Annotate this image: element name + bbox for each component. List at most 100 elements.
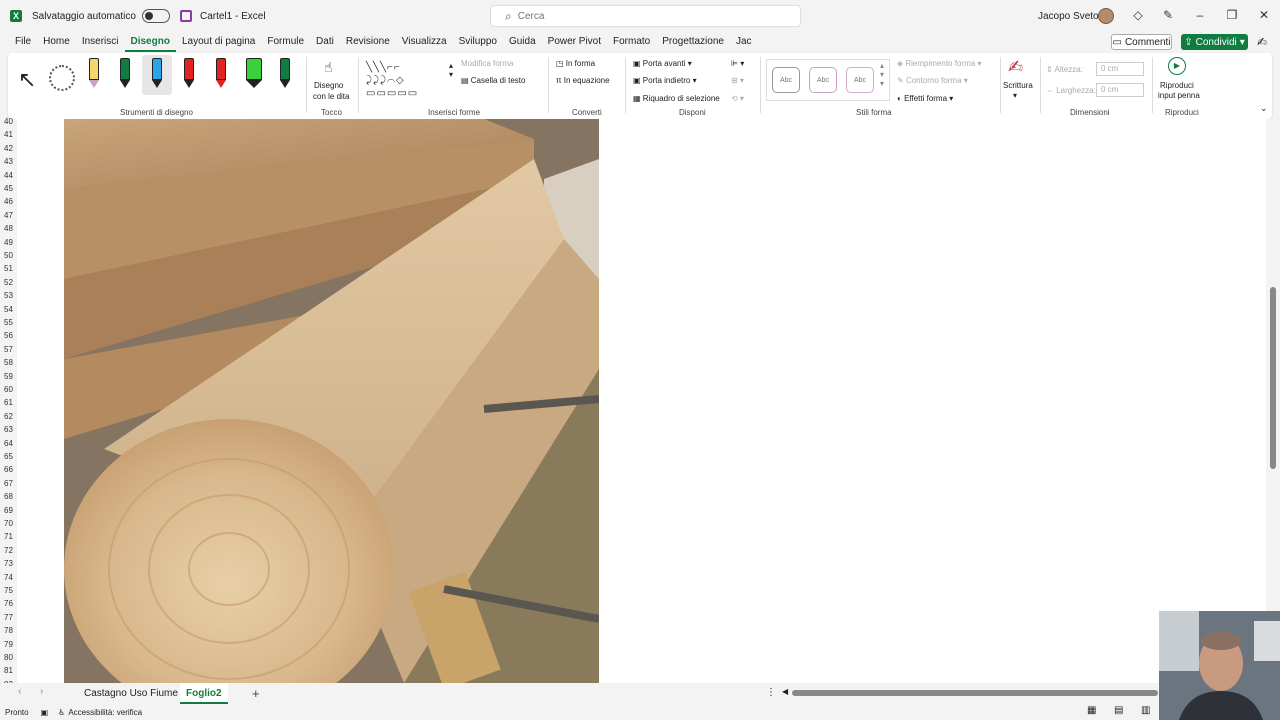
menu-draw[interactable]: Disegno bbox=[124, 32, 176, 52]
menu-file[interactable]: File bbox=[9, 32, 37, 52]
menu-format[interactable]: Formato bbox=[607, 32, 656, 52]
pen-tool-3[interactable] bbox=[152, 58, 162, 90]
sheet-tab-foglio2[interactable]: Foglio2 bbox=[180, 683, 228, 704]
row-header[interactable]: 70 bbox=[0, 517, 17, 530]
row-header[interactable]: 50 bbox=[0, 249, 17, 262]
row-header[interactable]: 73 bbox=[0, 557, 17, 570]
accessibility-icon[interactable]: ♿ bbox=[58, 708, 65, 717]
comments-button[interactable]: ▭ Commenti bbox=[1111, 34, 1172, 50]
lasso-icon[interactable] bbox=[49, 65, 75, 91]
pen-tool-6[interactable] bbox=[280, 58, 290, 90]
menu-page-layout[interactable]: Layout di pagina bbox=[176, 32, 261, 52]
menu-design[interactable]: Progettazione bbox=[656, 32, 730, 52]
ink-to-text-icon[interactable]: ✍ bbox=[1008, 57, 1023, 78]
row-header[interactable]: 40 bbox=[0, 115, 17, 128]
row-header[interactable]: 72 bbox=[0, 544, 17, 557]
page-layout-view-icon[interactable]: ▤ bbox=[1114, 705, 1123, 716]
row-header[interactable]: 68 bbox=[0, 490, 17, 503]
width-input[interactable]: 0 cm bbox=[1096, 83, 1144, 97]
row-header[interactable]: 60 bbox=[0, 383, 17, 396]
row-header[interactable]: 48 bbox=[0, 222, 17, 235]
pen-tool-1[interactable] bbox=[89, 58, 99, 90]
user-name[interactable]: Jacopo Svetoni bbox=[1038, 11, 1106, 22]
normal-view-icon[interactable]: ▦ bbox=[1087, 705, 1096, 716]
menu-developer[interactable]: Sviluppo bbox=[453, 32, 503, 52]
pen-tool-2[interactable] bbox=[120, 58, 130, 90]
ink-to-text-label[interactable]: Scrittura bbox=[1003, 81, 1033, 90]
sheet-tab-castagno[interactable]: Castagno Uso Fiume bbox=[78, 683, 184, 704]
row-header[interactable]: 47 bbox=[0, 209, 17, 222]
row-header[interactable]: 52 bbox=[0, 276, 17, 289]
shapes-gallery[interactable]: ╲╲╲⌐⌐ ⤸⤸⤸⌒◇ ▭▭▭▭▭ bbox=[366, 61, 448, 101]
autosave-toggle[interactable] bbox=[141, 9, 170, 23]
align-icon[interactable]: ⊫ ▾ bbox=[731, 59, 744, 68]
pen-tool-5[interactable] bbox=[216, 58, 226, 90]
row-header[interactable]: 64 bbox=[0, 437, 17, 450]
styles-gallery-scroll-icon[interactable]: ▴ ▾ ▾ bbox=[880, 61, 884, 88]
menu-data[interactable]: Dati bbox=[310, 32, 340, 52]
shape-style-2[interactable]: Abc bbox=[809, 67, 837, 93]
row-header[interactable]: 44 bbox=[0, 169, 17, 182]
row-header[interactable]: 80 bbox=[0, 651, 17, 664]
menu-jac[interactable]: Jac bbox=[730, 32, 758, 52]
replay-label-1[interactable]: Riproduci bbox=[1160, 81, 1194, 90]
to-shape-button[interactable]: ◳ In forma bbox=[556, 59, 595, 68]
save-icon[interactable] bbox=[179, 10, 192, 22]
finger-draw-label-1[interactable]: Disegno bbox=[314, 81, 343, 90]
text-box-button[interactable]: ▤ Casella di testo bbox=[461, 76, 525, 85]
scroll-left-icon[interactable]: ◀ bbox=[782, 687, 788, 696]
row-header[interactable]: 76 bbox=[0, 597, 17, 610]
row-header[interactable]: 57 bbox=[0, 343, 17, 356]
row-header[interactable]: 62 bbox=[0, 410, 17, 423]
shape-style-1[interactable]: Abc bbox=[772, 67, 800, 93]
rotate-icon[interactable]: ⟲ ▾ bbox=[731, 94, 744, 103]
menu-insert[interactable]: Inserisci bbox=[76, 32, 125, 52]
page-break-view-icon[interactable]: ▥ bbox=[1141, 705, 1150, 716]
row-header[interactable]: 54 bbox=[0, 303, 17, 316]
send-backward-button[interactable]: ▣ Porta indietro ▾ bbox=[633, 76, 697, 85]
edit-shape-button[interactable]: Modifica forma bbox=[461, 59, 513, 68]
shape-outline-button[interactable]: ✎ Contorno forma ▾ bbox=[897, 76, 968, 85]
inserted-photo-chestnut-beams[interactable] bbox=[64, 119, 599, 683]
pen-icon[interactable]: ✎ bbox=[1160, 8, 1176, 22]
worksheet-grid[interactable] bbox=[17, 119, 1266, 683]
row-header[interactable]: 77 bbox=[0, 611, 17, 624]
row-header[interactable]: 41 bbox=[0, 128, 17, 141]
highlighter-tool[interactable] bbox=[246, 58, 262, 90]
selection-pane-button[interactable]: ▦ Riquadro di selezione bbox=[633, 94, 720, 103]
collapse-ribbon-icon[interactable]: ⌄ bbox=[1260, 103, 1268, 114]
avatar[interactable] bbox=[1098, 8, 1114, 24]
to-math-button[interactable]: π In equazione bbox=[556, 76, 610, 85]
row-header[interactable]: 51 bbox=[0, 262, 17, 275]
close-icon[interactable]: ✕ bbox=[1256, 8, 1272, 22]
gallery-scroll-icon[interactable]: ▴ ▾ bbox=[449, 61, 453, 79]
row-header[interactable]: 75 bbox=[0, 584, 17, 597]
shape-fill-button[interactable]: ◈ Riempimento forma ▾ bbox=[897, 59, 981, 68]
replay-label-2[interactable]: input penna bbox=[1158, 91, 1200, 100]
height-input[interactable]: 0 cm bbox=[1096, 62, 1144, 76]
shape-effects-button[interactable]: ◐ Effetti forma ▾ bbox=[897, 94, 953, 103]
more-options-icon[interactable]: ⋮ bbox=[766, 687, 776, 698]
row-header[interactable]: 65 bbox=[0, 450, 17, 463]
search-input[interactable] bbox=[517, 10, 758, 22]
next-sheet-icon[interactable]: › bbox=[40, 686, 43, 697]
scroll-thumb[interactable] bbox=[1270, 287, 1276, 469]
row-header[interactable]: 46 bbox=[0, 195, 17, 208]
finger-draw-label-2[interactable]: con le dita bbox=[313, 92, 349, 101]
row-header[interactable]: 66 bbox=[0, 463, 17, 476]
horizontal-scrollbar[interactable] bbox=[792, 690, 1158, 696]
menu-home[interactable]: Home bbox=[37, 32, 76, 52]
row-header[interactable]: 45 bbox=[0, 182, 17, 195]
restore-icon[interactable]: ❐ bbox=[1224, 8, 1240, 22]
row-header[interactable]: 74 bbox=[0, 571, 17, 584]
row-header[interactable]: 69 bbox=[0, 504, 17, 517]
menu-review[interactable]: Revisione bbox=[340, 32, 396, 52]
replay-icon[interactable]: ▶ bbox=[1168, 57, 1186, 75]
row-header[interactable]: 81 bbox=[0, 664, 17, 677]
minimize-icon[interactable]: – bbox=[1192, 8, 1208, 22]
row-header[interactable]: 71 bbox=[0, 530, 17, 543]
row-header[interactable]: 59 bbox=[0, 370, 17, 383]
row-header[interactable]: 58 bbox=[0, 356, 17, 369]
share-button[interactable]: ⇪ Condividi ▾ bbox=[1181, 34, 1248, 50]
row-header[interactable]: 56 bbox=[0, 329, 17, 342]
